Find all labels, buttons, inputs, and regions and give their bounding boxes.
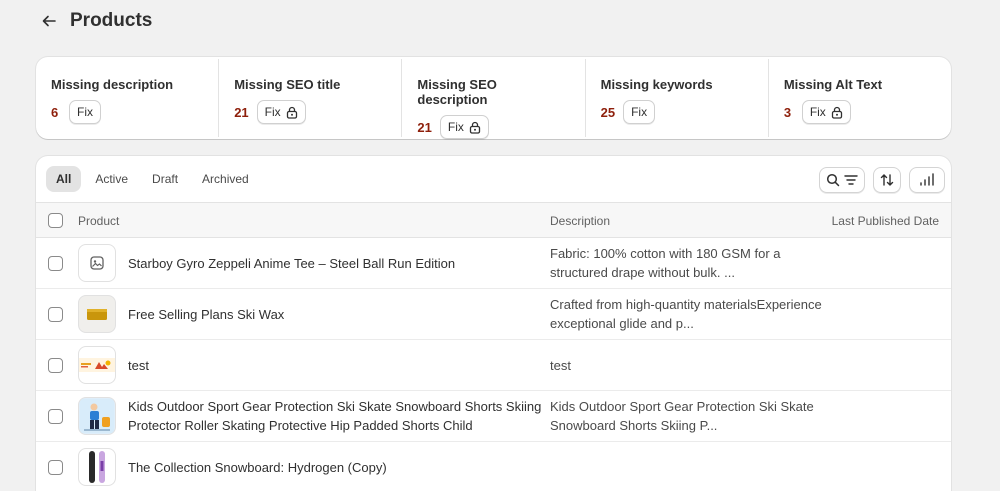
- fix-button[interactable]: Fix: [801, 100, 851, 124]
- fix-button[interactable]: Fix: [256, 100, 306, 124]
- sort-button[interactable]: [873, 167, 901, 193]
- fix-button[interactable]: Fix: [69, 100, 101, 124]
- fix-button[interactable]: Fix: [439, 115, 489, 139]
- columns-button[interactable]: [909, 167, 945, 193]
- column-header-product: Product: [78, 214, 120, 228]
- search-filter-button[interactable]: [819, 167, 865, 193]
- issue-title: Missing description: [51, 77, 174, 92]
- column-header-description: Description: [550, 214, 611, 228]
- sort-icon: [880, 174, 894, 186]
- issue-missing-seo-description: Missing SEO description 21 Fix: [402, 59, 586, 139]
- table-row[interactable]: Kids Outdoor Sport Gear Protection Ski S…: [36, 391, 951, 442]
- issue-count: 25: [600, 104, 616, 120]
- search-icon: [826, 173, 840, 187]
- row-checkbox[interactable]: [48, 358, 63, 373]
- kids-gear-image: [80, 399, 114, 433]
- issue-count: 21: [234, 104, 249, 120]
- placeholder-image-icon: [78, 244, 116, 282]
- issue-title: Missing keywords: [600, 77, 713, 92]
- tab-active[interactable]: Active: [85, 166, 138, 192]
- select-all-checkbox[interactable]: [48, 213, 63, 228]
- issue-count: 3: [783, 104, 792, 120]
- page-title: Products: [70, 10, 153, 31]
- product-description: Fabric: 100% cotton with 180 GSM for a s…: [550, 246, 781, 280]
- column-header-last-published: Last Published Date: [831, 214, 939, 228]
- product-description: Kids Outdoor Sport Gear Protection Ski S…: [550, 399, 814, 433]
- filter-icon: [844, 175, 858, 185]
- lock-icon: [469, 121, 481, 134]
- products-table: All Active Draft Archived Product Descri…: [36, 156, 951, 491]
- issue-title: Missing Alt Text: [783, 77, 883, 92]
- table-header: Product Description Last Published Date: [36, 202, 951, 238]
- issue-title: Missing SEO title: [234, 77, 341, 92]
- fix-label: Fix: [809, 105, 826, 119]
- table-row[interactable]: test test: [36, 340, 951, 391]
- issue-count: 21: [417, 119, 432, 135]
- fix-label: Fix: [264, 105, 281, 119]
- page-header: Products: [40, 8, 152, 34]
- tab-archived[interactable]: Archived: [192, 166, 259, 192]
- product-name[interactable]: Kids Outdoor Sport Gear Protection Ski S…: [128, 397, 548, 435]
- fix-label: Fix: [77, 105, 93, 119]
- table-row[interactable]: The Collection Snowboard: Hydrogen (Copy…: [36, 442, 951, 491]
- ski-wax-image: [87, 309, 107, 320]
- tab-draft[interactable]: Draft: [142, 166, 188, 192]
- product-description: Crafted from high-quantity materialsExpe…: [550, 297, 822, 331]
- product-thumbnail: [78, 397, 116, 435]
- issue-title: Missing SEO description: [417, 77, 497, 107]
- issue-missing-description: Missing description 6 Fix: [36, 59, 220, 137]
- table-row[interactable]: Starboy Gyro Zeppeli Anime Tee – Steel B…: [36, 238, 951, 289]
- fix-label: Fix: [447, 120, 464, 134]
- table-toolbar: [819, 167, 945, 193]
- product-thumbnail: [78, 448, 116, 486]
- row-checkbox[interactable]: [48, 256, 63, 271]
- row-checkbox[interactable]: [48, 409, 63, 424]
- banner-image: [79, 358, 115, 372]
- filter-tabs: All Active Draft Archived: [36, 156, 951, 202]
- issue-missing-alt-text: Missing Alt Text 3 Fix: [769, 59, 951, 137]
- product-thumbnail: [78, 346, 116, 384]
- lock-icon: [286, 106, 297, 119]
- product-thumbnail: [78, 295, 116, 333]
- product-name[interactable]: test: [128, 356, 548, 375]
- product-name[interactable]: The Collection Snowboard: Hydrogen (Copy…: [128, 458, 548, 477]
- product-name[interactable]: Starboy Gyro Zeppeli Anime Tee – Steel B…: [128, 254, 548, 273]
- product-description: test: [550, 358, 571, 373]
- columns-icon: [920, 173, 934, 186]
- issue-count: 6: [51, 104, 59, 120]
- row-checkbox[interactable]: [48, 307, 63, 322]
- row-checkbox[interactable]: [48, 460, 63, 475]
- table-row[interactable]: Free Selling Plans Ski Wax Crafted from …: [36, 289, 951, 340]
- snowboard-image: [89, 451, 105, 483]
- fix-button[interactable]: Fix: [623, 100, 656, 124]
- tab-all[interactable]: All: [46, 166, 82, 192]
- product-name[interactable]: Free Selling Plans Ski Wax: [128, 305, 548, 324]
- issue-missing-keywords: Missing keywords 25 Fix: [586, 59, 769, 137]
- seo-issues-summary: Missing description 6 Fix Missing SEO ti…: [36, 57, 951, 139]
- back-arrow-icon[interactable]: [40, 12, 58, 30]
- fix-label: Fix: [631, 105, 648, 119]
- issue-missing-seo-title: Missing SEO title 21 Fix: [219, 59, 403, 137]
- lock-icon: [831, 106, 842, 119]
